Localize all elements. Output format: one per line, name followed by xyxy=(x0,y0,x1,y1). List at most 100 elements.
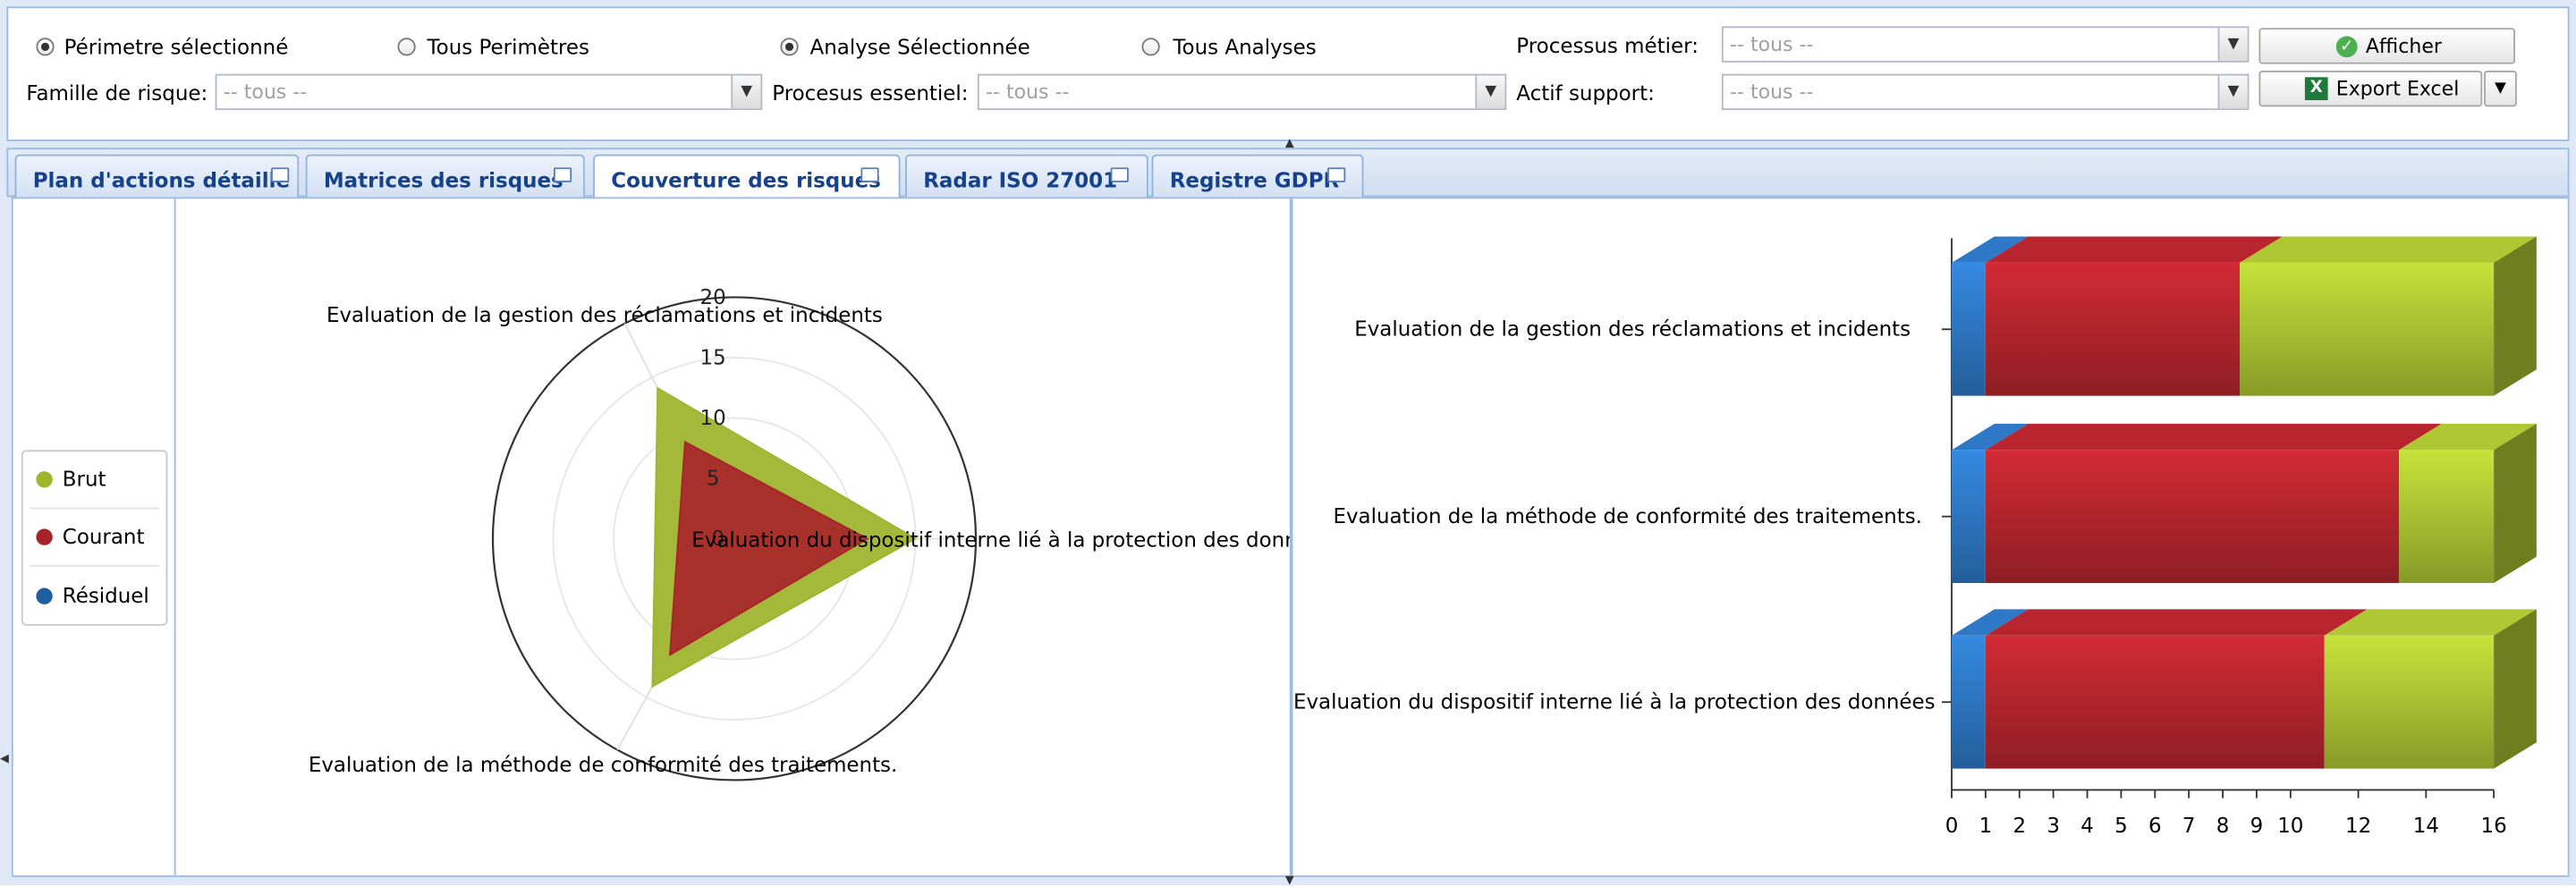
bar-segment-courant xyxy=(1985,262,2240,396)
popout-icon[interactable] xyxy=(1110,167,1129,182)
legend-separator xyxy=(30,507,160,510)
radar-chart: 05101520Evaluation de la gestion des réc… xyxy=(309,286,1290,781)
radio-tous-analyses-label: Tous Analyses xyxy=(1173,34,1317,60)
bar-segment-top-brut xyxy=(2239,236,2537,263)
chevron-down-icon[interactable]: ▼ xyxy=(1475,75,1505,109)
chevron-down-icon[interactable]: ▼ xyxy=(2217,75,2248,109)
bar-x-tick-label: 1 xyxy=(1979,815,1993,838)
processus-essentiel-combo[interactable]: -- tous -- ▼ xyxy=(977,73,1507,111)
bar-segment-top-courant xyxy=(1985,236,2283,263)
legend-item-courant[interactable]: Courant xyxy=(36,523,145,549)
export-excel-button[interactable]: X Export Excel xyxy=(2258,70,2483,107)
tab-label: Registre GDPR xyxy=(1169,167,1340,192)
collapse-up-icon[interactable]: ▲ xyxy=(1278,137,1301,148)
bar-x-tick-label: 9 xyxy=(2250,815,2264,838)
bar-segment-courant xyxy=(1985,450,2400,584)
bar-segment-résiduel xyxy=(1951,262,1986,396)
radio-tous-analyses[interactable] xyxy=(1141,38,1160,56)
legend-dot-icon xyxy=(36,471,53,488)
export-excel-label: Export Excel xyxy=(2335,77,2460,101)
bar-category-label: Evaluation du dispositif interne lié à l… xyxy=(1293,691,1936,714)
chevron-down-icon[interactable]: ▼ xyxy=(731,75,761,109)
actif-support-combo[interactable]: -- tous -- ▼ xyxy=(1721,73,2250,111)
processus-metier-value: -- tous -- xyxy=(1730,32,1814,56)
chevron-down-icon[interactable]: ▼ xyxy=(2217,28,2248,61)
bar-segment-résiduel xyxy=(1951,635,1986,769)
excel-icon: X xyxy=(2304,77,2328,101)
bar-x-tick-label: 16 xyxy=(2481,815,2507,838)
processus-metier-combo[interactable]: -- tous -- ▼ xyxy=(1721,26,2250,63)
expand-left-icon[interactable]: ◀ xyxy=(0,752,9,765)
filter-panel: Périmetre sélectionné Tous Perimètres An… xyxy=(6,6,2570,141)
afficher-label: Afficher xyxy=(2365,34,2442,58)
legend-item-residuel[interactable]: Résiduel xyxy=(36,583,149,608)
bar-x-tick-label: 0 xyxy=(1945,815,1959,838)
tab-matrices[interactable]: Matrices des risques xyxy=(305,154,585,199)
actif-support-label: Actif support: xyxy=(1516,80,1655,106)
radio-perimetre-selectionne-label: Périmetre sélectionné xyxy=(64,34,289,60)
famille-risque-label: Famille de risque: xyxy=(26,80,208,106)
bar-segment-side xyxy=(2494,609,2537,769)
radar-tick-label: 10 xyxy=(700,407,726,430)
processus-essentiel-label: Procesus essentiel: xyxy=(772,80,969,106)
tab-couverture[interactable]: Couverture des risques xyxy=(593,154,901,201)
legend-dot-icon xyxy=(36,587,53,604)
bar-segment-top-courant xyxy=(1985,609,2368,636)
radio-perimetre-selectionne[interactable] xyxy=(36,38,55,56)
bar-x-tick-label: 6 xyxy=(2148,815,2162,838)
radar-axis-label: Evaluation de la méthode de conformité d… xyxy=(309,754,897,777)
legend-label: Courant xyxy=(62,523,145,549)
legend-label: Résiduel xyxy=(62,583,149,608)
radio-analyse-selectionnee[interactable] xyxy=(780,38,799,56)
radar-tick-label: 5 xyxy=(707,467,720,490)
app-root: Périmetre sélectionné Tous Perimètres An… xyxy=(0,0,2576,886)
tab-registre-gdpr[interactable]: Registre GDPR xyxy=(1151,154,1364,199)
tab-label: Radar ISO 27001 xyxy=(923,167,1118,192)
popout-icon[interactable] xyxy=(271,167,290,182)
bar-x-tick-label: 2 xyxy=(2012,815,2026,838)
bar-segment-résiduel xyxy=(1951,450,1986,584)
famille-risque-value: -- tous -- xyxy=(223,80,308,104)
radar-axis-label: Evaluation de la gestion des réclamation… xyxy=(326,304,883,327)
radio-analyse-selectionnee-label: Analyse Sélectionnée xyxy=(809,34,1030,60)
tab-radar-iso[interactable]: Radar ISO 27001 xyxy=(905,154,1148,199)
bar-segment-brut xyxy=(2399,450,2495,584)
bar-x-tick-label: 3 xyxy=(2046,815,2060,838)
tab-label: Plan d'actions détaillé xyxy=(32,167,291,192)
bar-segment-courant xyxy=(1985,635,2325,769)
bar-x-tick-label: 8 xyxy=(2216,815,2230,838)
famille-risque-combo[interactable]: -- tous -- ▼ xyxy=(215,73,763,111)
popout-icon[interactable] xyxy=(860,167,879,182)
radio-tous-perimetres[interactable] xyxy=(397,38,416,56)
radar-tick-label: 15 xyxy=(700,346,726,369)
bar-category-label: Evaluation de la méthode de conformité d… xyxy=(1333,505,1921,528)
popout-icon[interactable] xyxy=(553,167,572,182)
collapse-down-icon[interactable]: ▼ xyxy=(1278,874,1301,886)
radar-axis-label: Evaluation du dispositif interne lié à l… xyxy=(691,529,1290,553)
tab-bar: Plan d'actions détaillé Matrices des ris… xyxy=(6,148,2570,201)
afficher-button[interactable]: ✓ Afficher xyxy=(2258,28,2515,64)
bar-x-tick-label: 7 xyxy=(2182,815,2196,838)
legend-item-brut[interactable]: Brut xyxy=(36,467,106,491)
tab-plan-actions[interactable]: Plan d'actions détaillé xyxy=(14,154,300,199)
legend-separator xyxy=(30,564,160,567)
tab-label: Matrices des risques xyxy=(323,167,564,192)
bar-x-tick-label: 10 xyxy=(2277,815,2303,838)
bar-x-tick-label: 5 xyxy=(2114,815,2128,838)
bar-category-label: Evaluation de la gestion des réclamation… xyxy=(1354,318,1911,342)
bar-segment-top-courant xyxy=(1985,423,2442,451)
processus-metier-label: Processus métier: xyxy=(1516,32,1699,58)
tab-label: Couverture des risques xyxy=(611,167,881,192)
bar-segment-brut xyxy=(2324,635,2495,769)
bar-chart: Evaluation de la gestion des réclamation… xyxy=(1293,236,2537,838)
bar-segment-brut xyxy=(2239,262,2495,396)
check-circle-icon: ✓ xyxy=(2335,36,2358,58)
bar-segment-side xyxy=(2494,423,2537,584)
bar-x-tick-label: 14 xyxy=(2413,815,2439,838)
legend-dot-icon xyxy=(36,528,53,545)
bar-segment-side xyxy=(2494,236,2537,396)
export-menu-arrow[interactable]: ▼ xyxy=(2484,70,2517,107)
bar-x-tick-label: 4 xyxy=(2080,815,2094,838)
radio-tous-perimetres-label: Tous Perimètres xyxy=(427,34,590,60)
popout-icon[interactable] xyxy=(1327,167,1346,182)
